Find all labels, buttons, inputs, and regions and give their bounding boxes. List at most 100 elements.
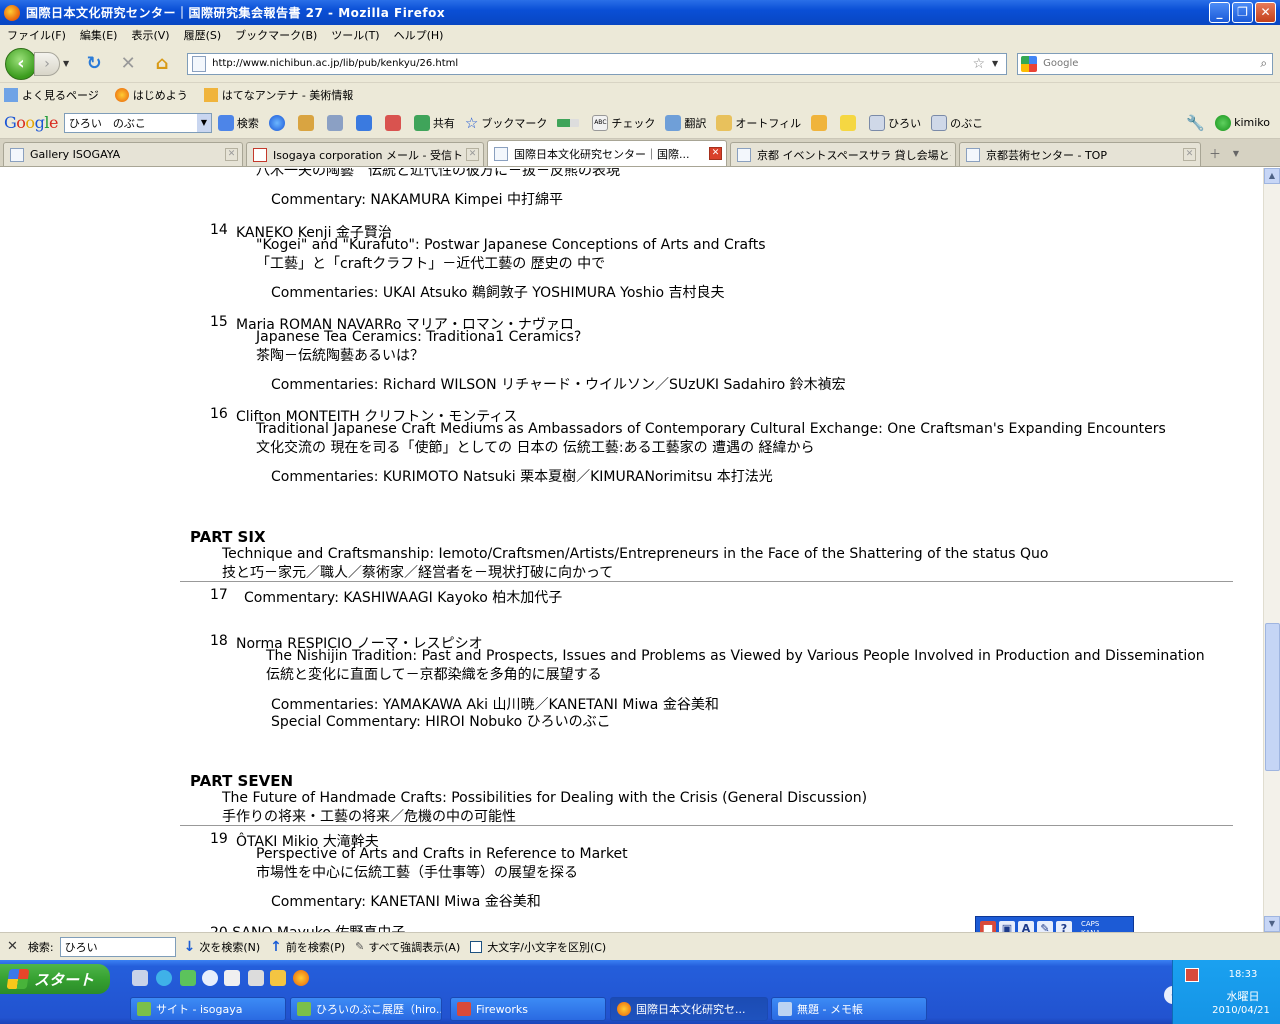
url-input[interactable] [212, 58, 969, 69]
menu-file[interactable]: ファイル(F) [0, 27, 73, 43]
vertical-scrollbar[interactable]: ▲ ▼ [1263, 168, 1280, 932]
translate-button[interactable]: 翻訳 [665, 114, 706, 131]
new-tab-plus-icon[interactable]: ＋ [1204, 142, 1226, 166]
menu-edit[interactable]: 編集(E) [73, 27, 125, 43]
tab-close-icon[interactable]: ✕ [225, 148, 238, 161]
stop-icon[interactable]: ✕ [116, 52, 140, 76]
home-icon[interactable]: ⌂ [150, 52, 174, 76]
clock-time[interactable]: 18:33 [1213, 969, 1273, 980]
menu-view[interactable]: 表示(V) [124, 27, 176, 43]
google-logo: Google [4, 113, 58, 132]
entry-15-number: 15 [210, 314, 228, 330]
entry-14-title-en: "Kogei" and "Kurafuto": Postwar Japanese… [256, 237, 766, 253]
scrollbar-thumb[interactable] [1265, 623, 1280, 771]
tab-kyoto-art-center[interactable]: 京都芸術センター - TOP ✕ [959, 142, 1201, 166]
bookmark-most-visited[interactable]: よく見るページ [4, 87, 99, 103]
forward-button[interactable]: › [34, 51, 60, 76]
tab-close-icon[interactable]: ✕ [466, 148, 479, 161]
chevron-down-icon[interactable]: ▼ [196, 113, 211, 132]
quicklaunch-icon[interactable] [132, 970, 148, 986]
taskbar-button-hiroi[interactable]: ひろいのぶこ展歴（hiro... [290, 997, 442, 1021]
search-input[interactable] [1043, 58, 1261, 69]
pencil-button[interactable] [297, 114, 317, 131]
star-icon: ☆ [464, 113, 479, 132]
url-dropdown-icon[interactable]: ▼ [992, 59, 998, 68]
url-bar[interactable]: ☆ ▼ [187, 52, 1008, 75]
taskbar-button-notepad[interactable]: 無題 - メモ帳 [771, 997, 927, 1021]
entry-17-commentary: Commentary: KASHIWAAGI Kayoko 柏木加代子 [244, 590, 563, 606]
find-input[interactable] [59, 936, 176, 957]
home-tool-button[interactable] [326, 114, 346, 131]
start-button[interactable]: スタート [0, 964, 110, 994]
tab-nichibun[interactable]: 国際日本文化研究センター｜国際... ✕ [487, 140, 727, 166]
find-next-button[interactable]: ↓ 次を検索(N) [184, 939, 261, 955]
tab-gmail[interactable]: Isogaya corporation メール - 受信トレ... ✕ [246, 142, 484, 166]
highlighter-button[interactable] [840, 114, 859, 131]
google-search-button[interactable]: 検索 [217, 114, 259, 131]
find-previous-button[interactable]: ↑ 前を検索(P) [270, 939, 345, 955]
bookmark-star-icon[interactable]: ☆ [972, 56, 985, 72]
find-term-hiroi[interactable]: ひろい [869, 114, 921, 131]
menu-tools[interactable]: ツール(T) [324, 27, 386, 43]
part-seven-title-ja: 手作りの将来・工藝の将来／危機の中の可能性 [222, 809, 516, 825]
settings-button[interactable]: 🔧 [1186, 114, 1205, 132]
tab-close-icon[interactable]: ✕ [709, 147, 722, 160]
bookmark-hatena-antenna[interactable]: はてなアンテナ - 美術情報 [203, 87, 353, 103]
tab-gallery-isogaya[interactable]: Gallery ISOGAYA ✕ [3, 142, 243, 166]
account-button[interactable]: kimiko [1215, 114, 1270, 131]
google-engine-icon[interactable] [1021, 55, 1038, 72]
tab-event-space[interactable]: 京都 イベントスペースサラ 貸し会場とイ... [730, 142, 956, 166]
checkbox-icon[interactable] [470, 940, 483, 953]
menu-help[interactable]: ヘルプ(H) [387, 27, 451, 43]
menu-history[interactable]: 履歴(S) [177, 27, 229, 43]
tab-close-icon[interactable]: ✕ [1183, 148, 1196, 161]
firefox-bookmark-icon [114, 88, 129, 102]
minimize-button[interactable]: _ [1209, 2, 1230, 23]
quicklaunch-icon[interactable] [270, 970, 286, 986]
bookmark-getting-started[interactable]: はじめよう [114, 87, 188, 103]
search-box[interactable]: ⌕ [1017, 52, 1274, 75]
entry-15-commentary: Commentaries: Richard WILSON リチャード・ウイルソン… [271, 377, 846, 393]
google-bookmarks-button[interactable]: ☆ ブックマーク [465, 114, 547, 132]
close-button[interactable]: ✕ [1255, 2, 1276, 23]
maximize-button[interactable]: ❐ [1232, 2, 1253, 23]
find-term-nobuko[interactable]: のぶこ [931, 114, 983, 131]
send-to-button[interactable] [811, 114, 830, 131]
tab-list-chevron-icon[interactable]: ▼ [1226, 142, 1246, 166]
autofill-button[interactable]: オートフィル [716, 114, 801, 131]
highlighter-pen-icon: ✎ [355, 940, 365, 953]
safely-remove-icon[interactable] [1185, 968, 1199, 982]
mail-button[interactable] [384, 114, 404, 131]
translate-icon [665, 114, 682, 131]
globe-button[interactable] [268, 114, 288, 131]
scroll-up-arrow-icon[interactable]: ▲ [1264, 168, 1280, 184]
taskbar-button-fireworks[interactable]: Fireworks [450, 997, 606, 1021]
quicklaunch-icon[interactable] [224, 970, 240, 986]
highlight-all-button[interactable]: ✎ すべて強調表示(A) [355, 939, 460, 955]
quicklaunch-icon[interactable] [248, 970, 264, 986]
quicklaunch-media-icon[interactable] [202, 970, 218, 986]
match-case-checkbox[interactable]: 大文字/小文字を区別(C) [470, 939, 606, 955]
reload-icon[interactable]: ↻ [82, 52, 106, 76]
quicklaunch-firefox-icon[interactable] [293, 970, 309, 986]
share-button[interactable]: 共有 [413, 114, 455, 131]
pagerank-button[interactable] [557, 118, 582, 127]
back-button[interactable]: ‹ [5, 47, 37, 80]
add-button[interactable] [355, 114, 375, 131]
scroll-down-arrow-icon[interactable]: ▼ [1264, 916, 1280, 932]
taskbar-button-firefox[interactable]: 国際日本文化研究セ... [610, 997, 768, 1021]
spellcheck-button[interactable]: ABC チェック [592, 114, 655, 131]
quicklaunch-icon[interactable] [180, 970, 196, 986]
part-six-title-ja: 技と巧－家元／職人／蔡術家／経営者を－現状打破に向かって [222, 565, 614, 581]
taskbar-button-site[interactable]: サイト - isogaya [130, 997, 286, 1021]
entry-13-title-ja: 八木一夫の陶藝 伝統と近代性の彼方に－抜－反熊の表現 [256, 168, 620, 179]
find-close-icon[interactable]: ✕ [7, 939, 18, 954]
page-icon [192, 55, 207, 72]
entry-14-commentary: Commentaries: UKAI Atsuko 鵜飼敦子 YOSHIMURA… [271, 285, 725, 301]
menu-bookmarks[interactable]: ブックマーク(B) [228, 27, 324, 43]
google-search-select[interactable]: ひろい のぶこ ▼ [63, 112, 212, 133]
search-magnifier-icon[interactable]: ⌕ [1260, 56, 1267, 71]
entry-20-partial: 20 SANO Mayuko 佐野真由子 [210, 922, 405, 932]
history-dropdown-icon[interactable]: ▼ [63, 59, 69, 68]
quicklaunch-ie-icon[interactable] [156, 970, 172, 986]
